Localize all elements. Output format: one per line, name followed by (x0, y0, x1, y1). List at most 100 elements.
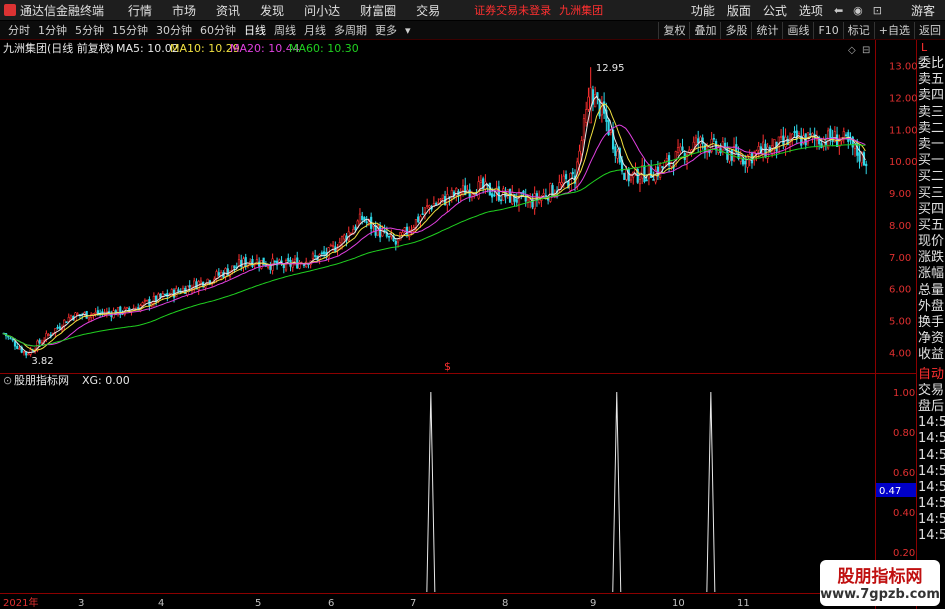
ma-settings-icon[interactable]: ⊙ (104, 42, 113, 55)
indicator-tick-label: 0.60 (893, 468, 915, 479)
period-tab-5min[interactable]: 5分钟 (75, 22, 104, 38)
candle-body (13, 341, 17, 347)
period-tab-multi[interactable]: 多周期 (334, 22, 367, 38)
candle-body (379, 226, 382, 238)
candle-body (652, 179, 655, 181)
mark-button[interactable]: 标记 (842, 22, 874, 39)
side-item-auto[interactable]: 自动 (917, 367, 945, 383)
candle-body (542, 193, 545, 196)
period-tab-daily[interactable]: 日线 (244, 22, 266, 38)
menu-news[interactable]: 资讯 (216, 2, 240, 19)
candle (65, 321, 68, 323)
f10-button[interactable]: F10 (813, 22, 842, 39)
menu-quotes[interactable]: 行情 (128, 2, 152, 19)
side-item-price: 现价 (918, 234, 945, 250)
candle-body (659, 164, 662, 178)
candle-body (455, 187, 458, 196)
candle (260, 259, 263, 270)
period-tab-60min[interactable]: 60分钟 (200, 22, 236, 38)
period-tab-1min[interactable]: 1分钟 (38, 22, 67, 38)
title-right-group: 功能 版面 公式 选项 ⬅ ◉ ⊡ 游客 (685, 0, 945, 20)
candle-body (314, 255, 317, 257)
candle-body (269, 265, 272, 270)
multi-stock-button[interactable]: 多股 (720, 22, 751, 39)
candle-body (233, 265, 236, 269)
candle-body (365, 221, 368, 224)
candle-body (699, 136, 702, 145)
candle-body (284, 260, 288, 271)
x-tick-label: 8 (502, 598, 508, 609)
candle-body (744, 160, 747, 165)
side-panel-toggle[interactable]: L (917, 40, 945, 56)
candle (146, 299, 149, 302)
period-tab-monthly[interactable]: 月线 (304, 22, 326, 38)
candle-body (65, 321, 68, 323)
login-warning[interactable]: 证券交易未登录 (474, 2, 551, 18)
candle-body (58, 326, 61, 329)
menu-options[interactable]: 选项 (799, 2, 823, 19)
candle-body (18, 348, 21, 350)
user-icon[interactable]: ◉ (853, 4, 863, 17)
candle-body (311, 253, 315, 260)
overlay-button[interactable]: 叠加 (689, 22, 720, 39)
menu-trade[interactable]: 交易 (416, 2, 440, 19)
indicator-name: 股朋指标网 (14, 373, 69, 387)
indicator-tick-label: 0.80 (893, 428, 915, 439)
draw-line-button[interactable]: 画线 (782, 22, 813, 39)
candle-body (27, 353, 30, 356)
back-icon[interactable]: ⬅ (834, 4, 843, 17)
candle-body (22, 351, 26, 354)
ma60-label: MA60: 10.30 (289, 42, 359, 55)
candle-body (417, 216, 420, 223)
x-tick-label: 2021年 (3, 596, 38, 609)
side-item-bid2: 买二 (918, 169, 945, 185)
menu-discover[interactable]: 发现 (260, 2, 284, 19)
period-tab-more[interactable]: 更多 (375, 22, 397, 38)
candle-body (793, 131, 796, 133)
period-tab-weekly[interactable]: 周线 (274, 22, 296, 38)
candle-body (679, 146, 682, 152)
period-tab-timeshare[interactable]: 分时 (8, 22, 30, 38)
side-item-ask3: 卖三 (918, 104, 945, 120)
candle-body (578, 150, 581, 165)
menu-layout[interactable]: 版面 (727, 2, 751, 19)
y-tick-label: 4.00 (889, 348, 911, 359)
stats-button[interactable]: 统计 (751, 22, 782, 39)
candle-body (587, 96, 590, 110)
candle-body (199, 280, 203, 284)
candle-body (614, 146, 617, 157)
candle-body (647, 164, 651, 179)
candle-body (809, 133, 812, 136)
return-button[interactable]: 返回 (914, 22, 945, 39)
candle-body (549, 183, 552, 202)
menu-function[interactable]: 功能 (691, 2, 715, 19)
candle (414, 219, 418, 231)
event-marker[interactable]: $ (444, 360, 451, 373)
candle-body (515, 199, 518, 203)
collapse-icon[interactable]: ⊟ (862, 45, 870, 56)
candle-body (419, 216, 422, 221)
candle-body (38, 339, 41, 344)
period-tab-30min[interactable]: 30分钟 (156, 22, 192, 38)
adjust-button[interactable]: 复权 (658, 22, 689, 39)
menu-ask[interactable]: 问小达 (304, 2, 340, 19)
candle-body (141, 302, 144, 306)
menu-market[interactable]: 市场 (172, 2, 196, 19)
candle-body (645, 179, 648, 182)
title-bar: 通达信金融终端 行情 市场 资讯 发现 问小达 财富圈 交易 证券交易未登录 九… (0, 0, 945, 20)
candle-body (564, 174, 568, 180)
kline-chart[interactable]: 九洲集团(日线 前复权) ⊙ MA5: 10.02 MA10: 10.29 MA… (0, 40, 917, 609)
toolbar-actions: 复权 叠加 多股 统计 画线 F10 标记 +自选 返回 (658, 21, 945, 40)
menu-wealth[interactable]: 财富圈 (360, 2, 396, 19)
indicator-settings-icon[interactable]: ⊙ (3, 374, 12, 387)
guest-label[interactable]: 游客 (911, 2, 935, 19)
pin-icon[interactable]: ⊡ (873, 4, 882, 17)
candle-body (282, 264, 285, 269)
candle-body (616, 150, 619, 159)
more-dropdown-icon[interactable]: ▾ (405, 24, 411, 37)
period-tab-15min[interactable]: 15分钟 (112, 22, 148, 38)
candle-body (125, 306, 129, 309)
menu-formula[interactable]: 公式 (763, 2, 787, 19)
add-watchlist-button[interactable]: +自选 (873, 22, 914, 39)
diamond-icon[interactable]: ◇ (848, 45, 856, 56)
